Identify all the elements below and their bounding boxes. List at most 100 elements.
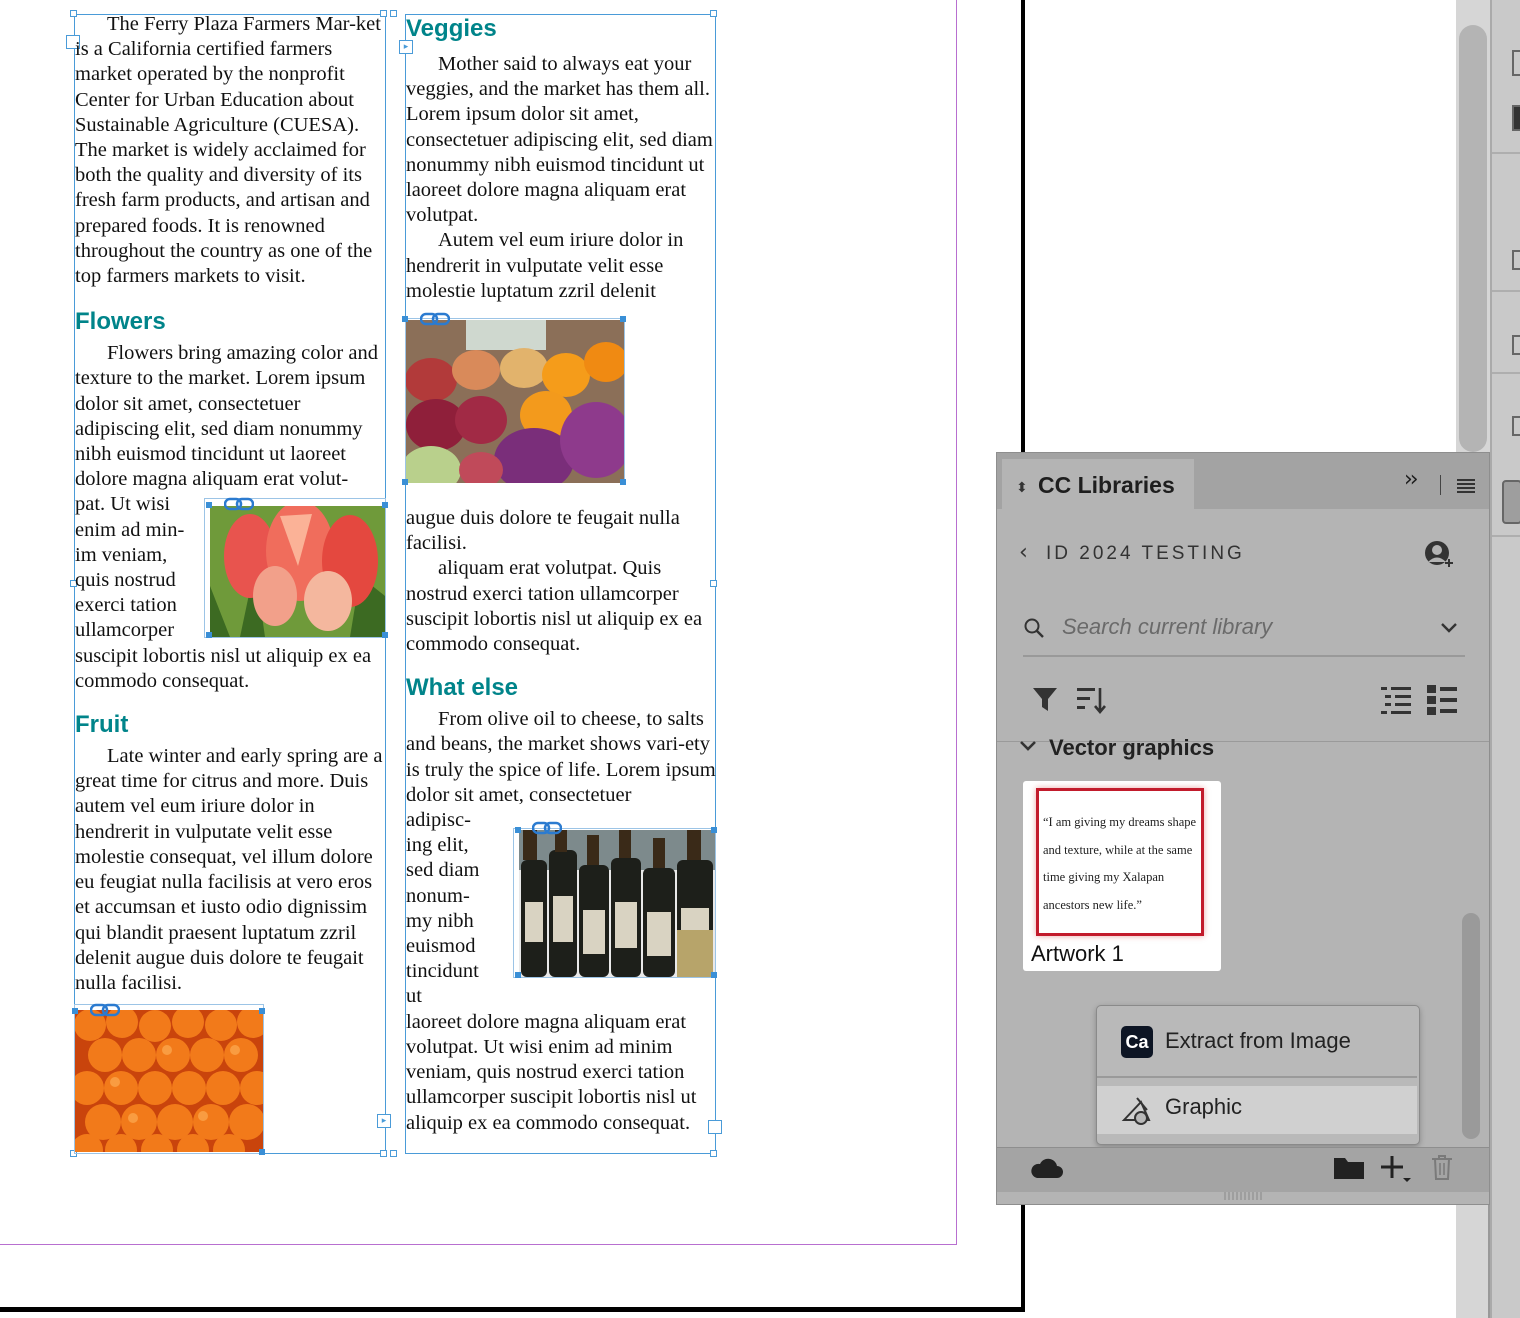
- panel-menu-icon[interactable]: [1457, 479, 1475, 493]
- sort-icon[interactable]: [1075, 685, 1109, 715]
- image-handle[interactable]: [259, 1008, 265, 1014]
- chevron-updown-icon[interactable]: ⬍: [1016, 479, 1028, 496]
- link-icon[interactable]: [420, 312, 450, 326]
- veggies-paragraph-3: aliquam erat volutpat. Quis nostrud exer…: [406, 557, 703, 656]
- oranges-image[interactable]: [75, 1010, 263, 1152]
- image-handle[interactable]: [402, 316, 408, 322]
- dock-divider: [1492, 372, 1520, 374]
- folder-icon[interactable]: [1333, 1154, 1365, 1180]
- back-chevron-icon[interactable]: ‹: [1019, 540, 1028, 565]
- frame-handle[interactable]: [710, 1150, 717, 1157]
- panel-tab-bar: ⬍ CC Libraries ››: [997, 453, 1489, 509]
- fruit-paragraph: Late winter and early spring are a great…: [75, 745, 383, 994]
- capture-app-icon: Ca: [1121, 1026, 1153, 1058]
- search-icon: [1024, 618, 1044, 638]
- library-name[interactable]: ID 2024 TESTING: [1046, 543, 1245, 565]
- asset-thumbnail: “I am giving my dreams shape and texture…: [1036, 788, 1204, 936]
- menu-item-label: Graphic: [1165, 1094, 1243, 1119]
- pages-panel-icon[interactable]: [1512, 50, 1520, 76]
- whatelse-paragraph: From olive oil to cheese, to salts and b…: [406, 708, 716, 806]
- library-toolbar: [997, 671, 1489, 742]
- list-view-icon[interactable]: [1381, 685, 1413, 715]
- grid-list-view-icon[interactable]: [1427, 685, 1459, 715]
- intro-paragraph: The Ferry Plaza Farmers Mar-ket is a Cal…: [75, 13, 381, 288]
- image-handle[interactable]: [72, 1008, 78, 1014]
- vertical-scrollbar[interactable]: [1456, 1205, 1488, 1318]
- tab-cc-libraries[interactable]: ⬍ CC Libraries: [1002, 459, 1194, 509]
- cc-libraries-dock-icon[interactable]: [1502, 480, 1520, 524]
- menu-item-graphic[interactable]: Graphic: [1097, 1086, 1417, 1134]
- frame-handle[interactable]: [380, 1150, 387, 1157]
- dropdown-chevron-icon[interactable]: [1439, 617, 1459, 637]
- heading-fruit: Fruit: [75, 711, 129, 739]
- page-margin-guide: [0, 1244, 957, 1245]
- whatelse-paragraph-end: laoreet dolore magna aliquam erat volutp…: [406, 1010, 697, 1134]
- asset-name: Artwork 1: [1031, 941, 1124, 966]
- out-port-arrow-icon[interactable]: ▸: [377, 1114, 391, 1128]
- comment-panel-icon[interactable]: [1512, 416, 1520, 436]
- image-handle[interactable]: [206, 502, 212, 508]
- resize-grip-icon[interactable]: [1223, 1191, 1263, 1201]
- heading-veggies: Veggies: [406, 15, 497, 42]
- vegetables-image[interactable]: [406, 320, 624, 483]
- scrollbar-thumb[interactable]: [1459, 25, 1487, 452]
- image-handle[interactable]: [259, 1149, 265, 1155]
- image-handle[interactable]: [711, 972, 717, 978]
- trash-icon[interactable]: [1431, 1154, 1453, 1180]
- dock-divider: [1492, 535, 1520, 537]
- add-content-menu: Ca Extract from Image Graphic: [1096, 1005, 1420, 1145]
- flowers-paragraph-end: suscipit lobortis nisl ut aliquip ex ea …: [75, 644, 372, 692]
- dock-divider: [1492, 152, 1520, 154]
- add-user-icon[interactable]: [1423, 539, 1453, 569]
- graphic-icon: [1121, 1097, 1151, 1125]
- image-handle[interactable]: [515, 972, 521, 978]
- cloud-icon[interactable]: [1029, 1156, 1063, 1180]
- panel-footer: [997, 1147, 1489, 1192]
- collapse-icon[interactable]: ››: [1404, 467, 1419, 492]
- image-handle[interactable]: [382, 632, 388, 638]
- heading-flowers: Flowers: [75, 308, 166, 336]
- asset-card-artwork[interactable]: “I am giving my dreams shape and texture…: [1023, 781, 1221, 971]
- menu-item-extract-from-image[interactable]: Ca Extract from Image: [1097, 1020, 1417, 1068]
- panel-scrollbar-thumb[interactable]: [1462, 913, 1480, 1139]
- image-handle[interactable]: [382, 502, 388, 508]
- flowers-paragraph: Flowers bring amazing color and texture …: [75, 342, 378, 491]
- image-handle[interactable]: [515, 827, 521, 833]
- filter-icon[interactable]: [1031, 685, 1059, 713]
- image-handle[interactable]: [620, 316, 626, 322]
- frame-handle[interactable]: [390, 1150, 397, 1157]
- chevron-down-icon[interactable]: [1019, 739, 1037, 753]
- dock-divider: [1492, 290, 1520, 292]
- veggies-paragraph: Mother said to always eat your veggies, …: [406, 53, 713, 227]
- divider: [1440, 475, 1441, 495]
- dock-edge: [1488, 1205, 1490, 1318]
- heading-what-else: What else: [406, 674, 519, 702]
- panel-title: CC Libraries: [1038, 472, 1175, 498]
- menu-divider: [1097, 1076, 1417, 1078]
- add-icon[interactable]: [1379, 1154, 1413, 1184]
- image-handle[interactable]: [711, 827, 717, 833]
- whatelse-paragraph-wrap: adipisc-ing elit, sed diam nonum-my nibh…: [406, 809, 480, 1008]
- image-handle[interactable]: [206, 632, 212, 638]
- olive-oil-image[interactable]: [519, 830, 715, 977]
- search-bar[interactable]: [1023, 603, 1465, 657]
- link-icon[interactable]: [90, 1003, 120, 1017]
- tulips-image[interactable]: [210, 506, 385, 637]
- image-handle[interactable]: [402, 479, 408, 485]
- link-icon[interactable]: [224, 497, 254, 511]
- cc-libraries-panel[interactable]: ⬍ CC Libraries ›› ‹ ID 2024 TESTING Sear…: [996, 452, 1490, 1205]
- flowers-paragraph-wrap: pat. Ut wisi enim ad min-im veniam, quis…: [75, 493, 185, 642]
- search-input[interactable]: [1062, 612, 1422, 642]
- image-handle[interactable]: [620, 479, 626, 485]
- panel-dock-strip[interactable]: [1490, 0, 1520, 1318]
- comment-panel-icon[interactable]: [1512, 335, 1520, 355]
- frame-handle[interactable]: [390, 10, 397, 17]
- veggies-paragraph-cont: augue duis dolore te feugait nulla facil…: [406, 507, 680, 555]
- link-icon[interactable]: [532, 821, 562, 835]
- section-label: Vector graphics: [1049, 735, 1215, 760]
- layers-panel-icon[interactable]: [1512, 105, 1520, 131]
- veggies-paragraph-2: Autem vel eum iriure dolor in hendrerit …: [406, 229, 684, 302]
- page-edge: [0, 1307, 1025, 1312]
- comment-panel-icon[interactable]: [1512, 250, 1520, 270]
- page-margin-guide: [956, 0, 957, 1245]
